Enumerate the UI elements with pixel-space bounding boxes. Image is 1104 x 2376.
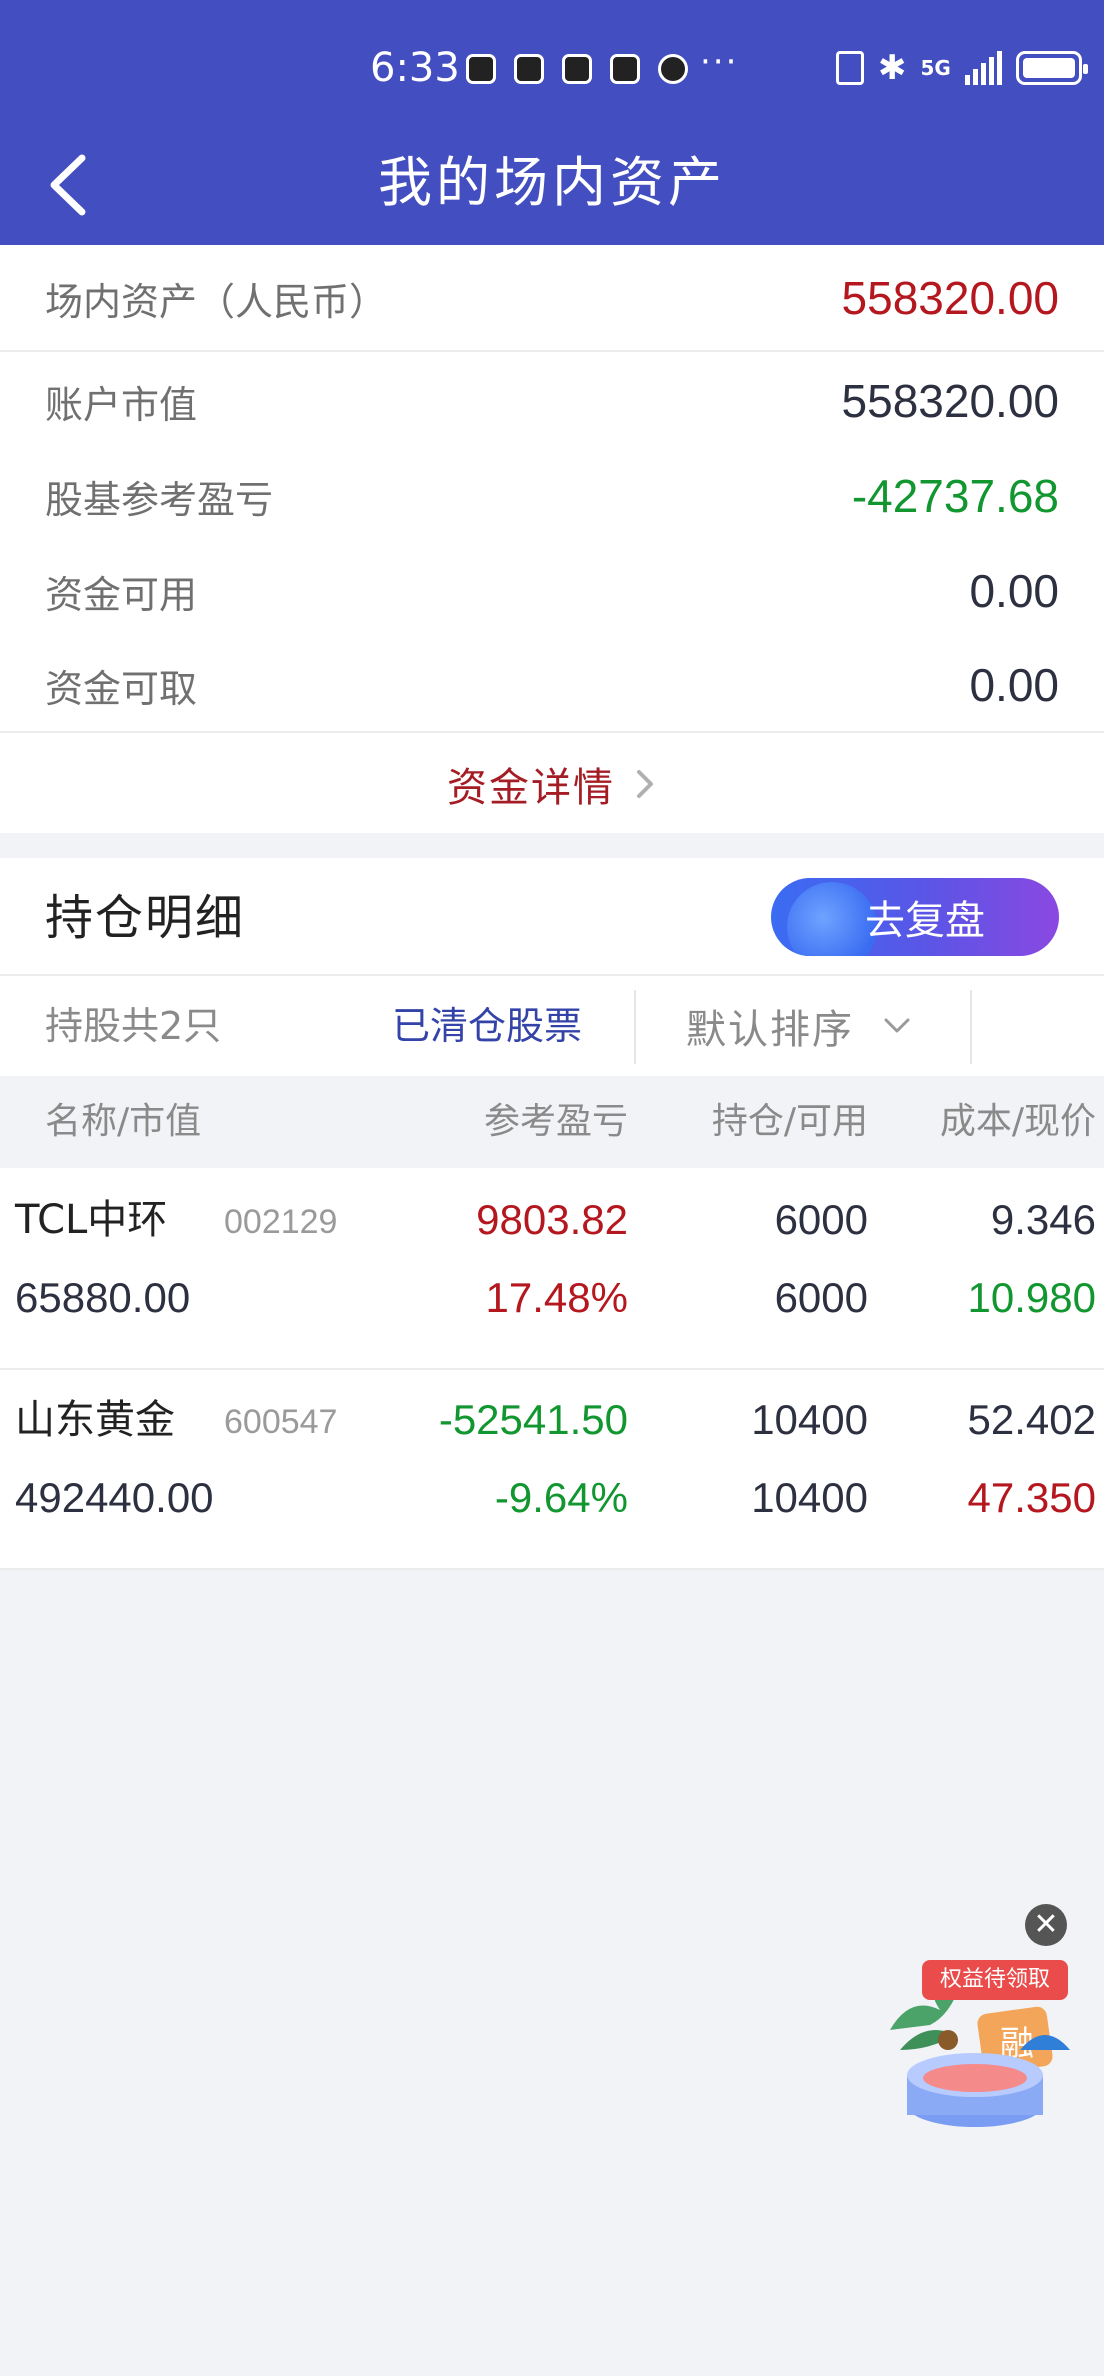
asset-row: 股基参考盈亏 -42737.68 [45, 461, 1059, 531]
signal-icon [964, 51, 1002, 85]
stock-position: 6000 [774, 1196, 868, 1243]
stock-code: 002129 [224, 1203, 338, 1241]
notification-message-icon [658, 54, 688, 84]
cleared-stocks-link[interactable]: 已清仓股票 [392, 976, 582, 1076]
nfc-icon [836, 51, 864, 85]
review-button[interactable]: 去复盘 [771, 878, 1059, 956]
table-header: 名称/市值 参考盈亏 持仓/可用 成本/现价 [0, 1076, 1104, 1168]
stock-pnl: 9803.82 [476, 1196, 628, 1243]
bluetooth-icon: ✱ [878, 48, 907, 88]
funds-available-label: 资金可用 [45, 572, 198, 617]
status-time: 6:33 [370, 45, 460, 91]
divider [0, 350, 1104, 352]
notification-app-icon [466, 54, 496, 84]
chevron-right-icon [637, 770, 653, 798]
fund-details-label: 资金详情 [447, 765, 615, 811]
asset-row: 资金可用 0.00 [45, 556, 1059, 626]
stock-price: 47.350 [967, 1474, 1096, 1521]
table-row[interactable]: 山东黄金 600547 492440.00 -52541.50 -9.64% 1… [0, 1370, 1104, 1570]
pnl-value: -42737.68 [851, 470, 1059, 522]
stock-market-value: 492440.00 [15, 1474, 214, 1521]
stock-price: 10.980 [967, 1274, 1096, 1321]
asset-row: 账户市值 558320.00 [45, 366, 1059, 436]
page-title: 我的场内资产 [378, 151, 726, 214]
divider [0, 731, 1104, 733]
promo-tag: 权益待领取 [922, 1960, 1068, 2000]
close-icon[interactable]: ✕ [1025, 1904, 1067, 1946]
notification-app-icon [610, 54, 640, 84]
sort-label: 默认排序 [686, 1007, 854, 1053]
network-type: 5G [920, 56, 951, 80]
more-notifications-icon: ··· [700, 42, 739, 82]
column-header: 成本/现价 [939, 1101, 1096, 1142]
market-value: 558320.00 [841, 375, 1059, 427]
battery-icon [1015, 51, 1088, 85]
pnl-label: 股基参考盈亏 [45, 477, 274, 522]
holdings-card: 持仓明细 去复盘 持股共2只 已清仓股票 默认排序 名称/市值 参考盈亏 持仓/… [0, 858, 1104, 1570]
column-header: 名称/市值 [45, 1101, 202, 1142]
app-header: 6:33 ··· ✱ 5G 我的场内资产 [0, 0, 1104, 245]
column-header: 参考盈亏 [483, 1101, 628, 1142]
total-assets-label: 场内资产（人民币） [45, 279, 388, 324]
stock-cost: 9.346 [990, 1196, 1096, 1243]
funds-available-value: 0.00 [969, 565, 1059, 617]
stock-available: 6000 [774, 1274, 868, 1321]
status-bar: 6:33 ··· ✱ 5G [0, 0, 1104, 135]
stock-market-value: 65880.00 [15, 1274, 191, 1321]
stock-pnl-pct: -9.64% [494, 1474, 628, 1521]
asset-summary-card: 场内资产（人民币） 558320.00 账户市值 558320.00 股基参考盈… [0, 245, 1104, 833]
divider [634, 990, 636, 1064]
holdings-title: 持仓明细 [45, 890, 246, 946]
stock-name: TCL中环 [15, 1197, 168, 1243]
funds-withdrawable-label: 资金可取 [45, 666, 198, 711]
asset-row: 资金可取 0.00 [45, 650, 1059, 720]
divider [970, 990, 972, 1064]
stock-name: 山东黄金 [15, 1397, 175, 1443]
fund-details-link[interactable]: 资金详情 [0, 735, 1104, 833]
stock-pnl-pct: 17.48% [485, 1274, 628, 1321]
total-assets-row: 场内资产（人民币） 558320.00 [45, 263, 1059, 333]
funds-withdrawable-value: 0.00 [969, 659, 1059, 711]
total-assets-value: 558320.00 [841, 272, 1059, 324]
stock-cost: 52.402 [967, 1396, 1096, 1443]
filter-bar: 持股共2只 已清仓股票 默认排序 [0, 976, 1104, 1076]
stock-pnl: -52541.50 [438, 1396, 628, 1443]
stock-position: 10400 [751, 1396, 868, 1443]
table-row[interactable]: TCL中环 002129 65880.00 9803.82 17.48% 600… [0, 1168, 1104, 1368]
holding-count: 持股共2只 [45, 1004, 222, 1048]
review-button-label: 去复盘 [865, 898, 985, 944]
notification-icons [466, 54, 688, 84]
notification-app-icon [514, 54, 544, 84]
notification-app-icon [562, 54, 592, 84]
divider [0, 1568, 1104, 1570]
market-value-label: 账户市值 [45, 382, 198, 427]
stock-code: 600547 [224, 1403, 338, 1441]
chevron-down-icon [884, 1018, 910, 1033]
column-header: 持仓/可用 [711, 1101, 868, 1142]
status-right: ✱ 5G [836, 48, 1088, 88]
sort-dropdown[interactable]: 默认排序 [686, 976, 912, 1076]
stock-available: 10400 [751, 1474, 868, 1521]
